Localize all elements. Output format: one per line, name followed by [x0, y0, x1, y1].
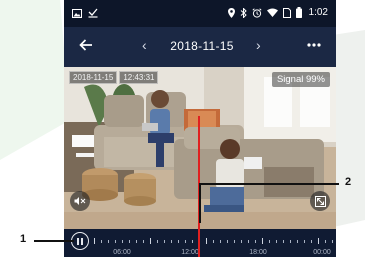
timeline-tick	[101, 240, 102, 243]
timeline-tick	[164, 240, 165, 243]
signal-strength-label: Signal 99%	[271, 72, 330, 87]
previous-day-button[interactable]: ‹	[142, 37, 147, 53]
download-icon	[88, 8, 98, 18]
timeline-tick	[248, 240, 249, 243]
timeline-tick	[304, 240, 305, 243]
status-left-icons	[72, 8, 98, 18]
timeline-tick	[220, 240, 221, 243]
speaker-mute-icon	[74, 197, 86, 205]
timeline-tick	[318, 238, 319, 244]
timeline-tick	[297, 240, 298, 243]
status-time: 1:02	[308, 7, 328, 18]
timeline-tick	[241, 240, 242, 243]
timeline-tick	[206, 238, 207, 244]
time-label-0600: 06:00	[113, 249, 131, 256]
timeline-tick	[283, 240, 284, 243]
timeline-tick	[171, 240, 172, 243]
timeline-tick	[255, 240, 256, 243]
battery-icon	[295, 7, 302, 18]
timeline-tick	[311, 240, 312, 243]
timeline-tick	[227, 240, 228, 243]
timeline-tick	[108, 240, 109, 243]
video-timestamp: 2018-11-15 12:43:31	[69, 71, 159, 84]
timeline-tick	[143, 240, 144, 243]
more-dots-icon[interactable]	[306, 39, 322, 51]
timeline-tick	[115, 240, 116, 243]
timeline-tick	[290, 240, 291, 243]
timestamp-time: 12:43:31	[119, 71, 159, 84]
timeline-tick	[325, 240, 326, 243]
timeline-tick	[262, 238, 263, 244]
timeline-tick	[150, 238, 151, 244]
next-day-button[interactable]: ›	[256, 37, 261, 53]
alarm-icon	[252, 7, 262, 18]
mute-button[interactable]	[70, 191, 90, 211]
timeline-tick	[185, 240, 186, 243]
timeline-tick	[122, 240, 123, 243]
collapse-fullscreen-icon	[314, 195, 326, 207]
timeline-tick	[136, 240, 137, 243]
timeline-tick	[276, 240, 277, 243]
timeline-tick	[129, 240, 130, 243]
timeline-tick	[269, 240, 270, 243]
top-nav-bar: ‹ 2018-11-15 ›	[64, 27, 336, 67]
time-label-1800: 18:00	[249, 249, 267, 256]
timeline-tick	[213, 240, 214, 243]
timeline-tick	[94, 238, 95, 244]
callout-line-1	[34, 240, 74, 242]
date-title[interactable]: 2018-11-15	[164, 39, 240, 53]
status-bar: 1:02	[64, 0, 336, 27]
collapse-fullscreen-button[interactable]	[310, 191, 330, 211]
pause-icon	[77, 237, 79, 245]
sim-icon	[282, 7, 291, 18]
status-right-icons: 1:02	[227, 7, 328, 18]
timeline-tick	[157, 240, 158, 243]
timeline-tick	[332, 240, 333, 243]
callout-line-2	[199, 183, 339, 185]
bluetooth-icon	[240, 7, 247, 18]
timestamp-date: 2018-11-15	[69, 71, 118, 84]
location-icon	[227, 7, 235, 18]
callout-label-2: 2	[345, 176, 352, 188]
timeline-tick	[234, 240, 235, 243]
timeline-tick	[192, 240, 193, 243]
time-label-1200: 12:00	[181, 249, 199, 256]
wifi-icon	[266, 8, 278, 17]
pause-icon-bar	[81, 237, 83, 245]
playback-timeline[interactable]: 06:00 12:00 18:00 00:00	[64, 229, 336, 257]
callout-line-2-vertical	[199, 183, 201, 223]
back-arrow-icon[interactable]	[78, 37, 94, 53]
timeline-tick	[178, 240, 179, 243]
time-label-0000: 00:00	[313, 249, 331, 256]
timeline-ticks[interactable]	[94, 238, 333, 246]
image-icon	[72, 8, 82, 18]
callout-label-1: 1	[20, 233, 27, 245]
